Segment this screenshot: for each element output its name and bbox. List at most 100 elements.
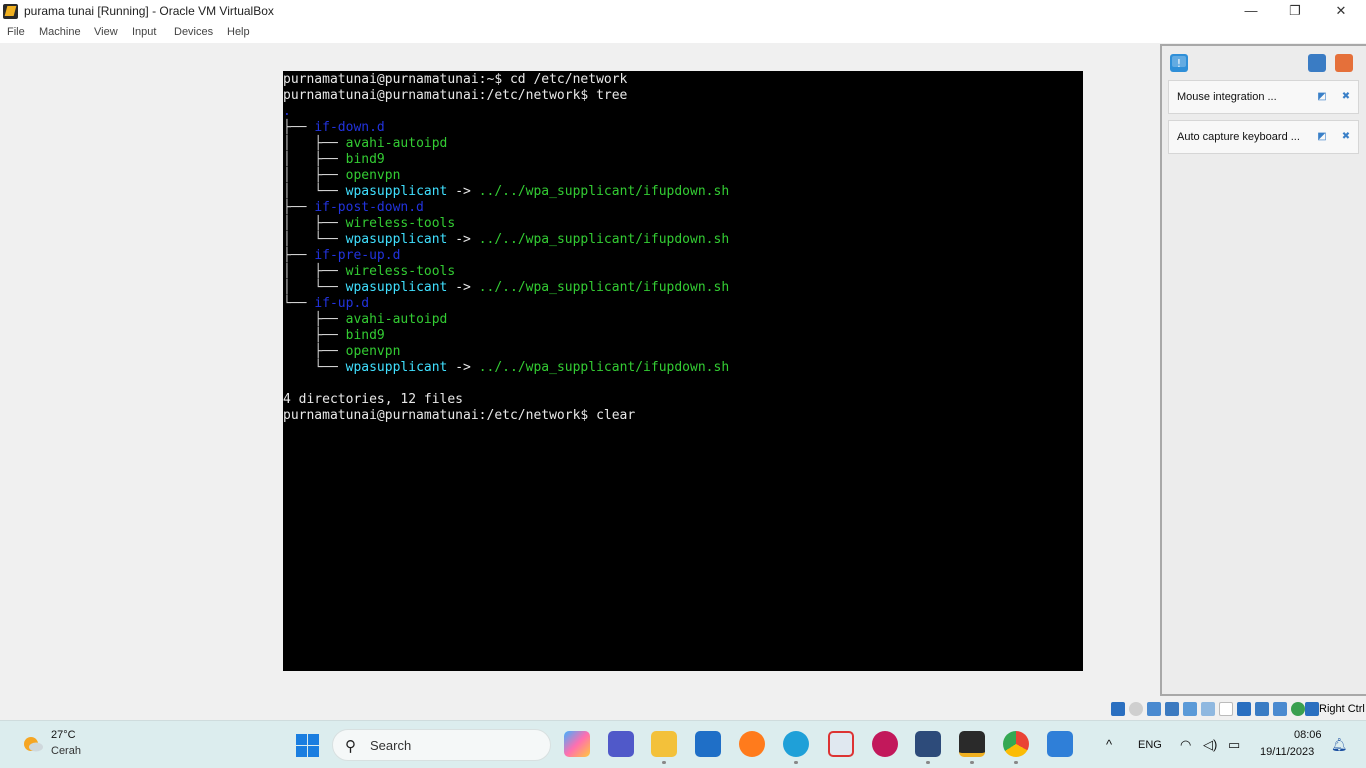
menu-machine[interactable]: Machine bbox=[39, 26, 81, 38]
terminal-text: if-post-down.d bbox=[314, 200, 424, 215]
terminal-line: │ ├── wireless-tools bbox=[283, 216, 455, 232]
title-bar: purama tunai [Running] - Oracle VM Virtu… bbox=[0, 0, 1366, 23]
terminal-line: . bbox=[283, 104, 291, 120]
virtualbox-icon[interactable] bbox=[915, 731, 941, 757]
hard-disk-icon[interactable] bbox=[1111, 702, 1125, 716]
terminal-text: -> bbox=[447, 360, 479, 375]
vm-terminal-screen[interactable]: purnamatunai@purnamatunai:~$ cd /etc/net… bbox=[283, 71, 1083, 671]
snipping-tool-icon[interactable] bbox=[828, 731, 854, 757]
notification-center: ! Mouse integration ... ◩ ✖ Auto capture… bbox=[1160, 44, 1366, 696]
terminal-line: ├── if-pre-up.d bbox=[283, 248, 400, 264]
cpu-icon[interactable] bbox=[1273, 702, 1287, 716]
terminal-line: │ └── wpasupplicant -> ../../wpa_supplic… bbox=[283, 184, 729, 200]
terminal-line: ├── openvpn bbox=[283, 344, 400, 360]
terminal-text: │ └── bbox=[283, 184, 346, 199]
audio-icon[interactable] bbox=[1147, 702, 1161, 716]
dont-show-again-icon[interactable]: ◩ bbox=[1316, 91, 1328, 103]
terminal-text: ├── bbox=[283, 200, 315, 215]
terminal-text: │ ├── bbox=[283, 216, 346, 231]
taskbar-search-box[interactable]: ⚲ Search bbox=[332, 729, 551, 761]
terminal-text: ../../wpa_supplicant/ifupdown.sh bbox=[478, 280, 730, 295]
optical-drive-icon[interactable] bbox=[1129, 702, 1143, 716]
menu-file[interactable]: File bbox=[7, 26, 25, 38]
terminal-text: │ └── bbox=[283, 280, 346, 295]
weather-description[interactable]: Cerah bbox=[51, 745, 81, 757]
terminal-text: openvpn bbox=[345, 168, 401, 183]
terminal-text: ├── bbox=[283, 344, 346, 359]
firefox-icon[interactable] bbox=[739, 731, 765, 757]
wps-office-icon[interactable] bbox=[872, 731, 898, 757]
vt-x-icon[interactable] bbox=[1255, 702, 1269, 716]
terminal-text: wireless-tools bbox=[345, 264, 456, 279]
minimize-button[interactable]: — bbox=[1228, 0, 1274, 23]
volume-icon[interactable]: ◁) bbox=[1203, 737, 1217, 753]
terminal-text: . bbox=[283, 104, 291, 119]
terminal-line: ├── if-post-down.d bbox=[283, 200, 424, 216]
terminal-text: if-up.d bbox=[314, 296, 370, 311]
host-key-label[interactable]: Right Ctrl bbox=[1319, 703, 1365, 715]
toggle-sort-icon[interactable] bbox=[1308, 54, 1326, 72]
clock-date[interactable]: 19/11/2023 bbox=[1260, 746, 1314, 758]
terminal-line: │ └── wpasupplicant -> ../../wpa_supplic… bbox=[283, 232, 729, 248]
maximize-button[interactable]: ❐ bbox=[1272, 0, 1318, 23]
terminal-text: │ ├── bbox=[283, 264, 346, 279]
dismiss-icon[interactable]: ✖ bbox=[1340, 91, 1352, 103]
file-explorer-icon[interactable] bbox=[651, 731, 677, 757]
terminal-line: │ ├── bind9 bbox=[283, 152, 385, 168]
dont-show-again-icon[interactable]: ◩ bbox=[1316, 131, 1328, 143]
weather-temperature[interactable]: 27°C bbox=[51, 729, 76, 741]
menu-help[interactable]: Help bbox=[227, 26, 250, 38]
menu-view[interactable]: View bbox=[94, 26, 118, 38]
terminal-line: purnamatunai@purnamatunai:~$ cd /etc/net… bbox=[283, 72, 627, 88]
clear-all-icon[interactable] bbox=[1335, 54, 1353, 72]
terminal-text: wpasupplicant bbox=[345, 232, 448, 247]
notification-bell-icon[interactable]: 🔔︎ bbox=[1331, 737, 1348, 753]
terminal-line: │ ├── avahi-autoipd bbox=[283, 136, 447, 152]
code-app-icon[interactable] bbox=[695, 731, 721, 757]
teams-icon[interactable] bbox=[608, 731, 634, 757]
usb-icon[interactable] bbox=[1183, 702, 1197, 716]
terminal-text: ├── bbox=[283, 120, 315, 135]
terminal-line: └── wpasupplicant -> ../../wpa_supplican… bbox=[283, 360, 729, 376]
svg-text:!: ! bbox=[1177, 57, 1181, 70]
start-button[interactable] bbox=[296, 734, 319, 757]
display-icon[interactable] bbox=[1219, 702, 1233, 716]
terminal-text: ../../wpa_supplicant/ifupdown.sh bbox=[478, 184, 730, 199]
terminal-text: purnamatunai@purnamatunai:~$ cd /etc/net… bbox=[283, 72, 628, 87]
copilot-icon[interactable] bbox=[564, 731, 590, 757]
close-button[interactable]: ✕ bbox=[1318, 0, 1364, 23]
terminal-text: wireless-tools bbox=[345, 216, 456, 231]
terminal-text: if-pre-up.d bbox=[314, 248, 401, 263]
show-hidden-icons-chevron[interactable]: ^ bbox=[1106, 737, 1112, 752]
running-indicator bbox=[1014, 761, 1018, 764]
weather-icon[interactable] bbox=[22, 733, 44, 755]
menu-input[interactable]: Input bbox=[132, 26, 156, 38]
terminal-line: 4 directories, 12 files bbox=[283, 392, 463, 408]
search-icon: ⚲ bbox=[345, 738, 356, 755]
running-vm-icon[interactable] bbox=[959, 731, 985, 757]
terminal-text: │ ├── bbox=[283, 168, 346, 183]
photos-icon[interactable] bbox=[1047, 731, 1073, 757]
battery-icon[interactable]: ▭ bbox=[1228, 737, 1240, 753]
notification-auto-capture-keyboard[interactable]: Auto capture keyboard ... ◩ ✖ bbox=[1168, 120, 1359, 154]
dismiss-icon[interactable]: ✖ bbox=[1340, 131, 1352, 143]
menu-bar: File Machine View Input Devices Help bbox=[0, 23, 1366, 43]
notification-mouse-integration[interactable]: Mouse integration ... ◩ ✖ bbox=[1168, 80, 1359, 114]
search-placeholder: Search bbox=[370, 738, 412, 753]
terminal-text: openvpn bbox=[345, 344, 401, 359]
network-icon[interactable] bbox=[1165, 702, 1179, 716]
shared-folders-icon[interactable] bbox=[1201, 702, 1215, 716]
mouse-integration-icon[interactable] bbox=[1291, 702, 1305, 716]
edge-icon[interactable] bbox=[783, 731, 809, 757]
running-indicator bbox=[662, 761, 666, 764]
chrome-icon[interactable] bbox=[1003, 731, 1029, 757]
recording-icon[interactable] bbox=[1237, 702, 1251, 716]
clock-time[interactable]: 08:06 bbox=[1294, 729, 1322, 741]
language-indicator[interactable]: ENG bbox=[1138, 739, 1162, 751]
terminal-line: ├── bind9 bbox=[283, 328, 384, 344]
menu-devices[interactable]: Devices bbox=[174, 26, 213, 38]
terminal-text: └── bbox=[283, 360, 346, 375]
keyboard-capture-icon[interactable] bbox=[1305, 702, 1319, 716]
notification-center-icon[interactable]: ! bbox=[1170, 54, 1188, 72]
wifi-icon[interactable]: ◠ bbox=[1180, 737, 1191, 753]
